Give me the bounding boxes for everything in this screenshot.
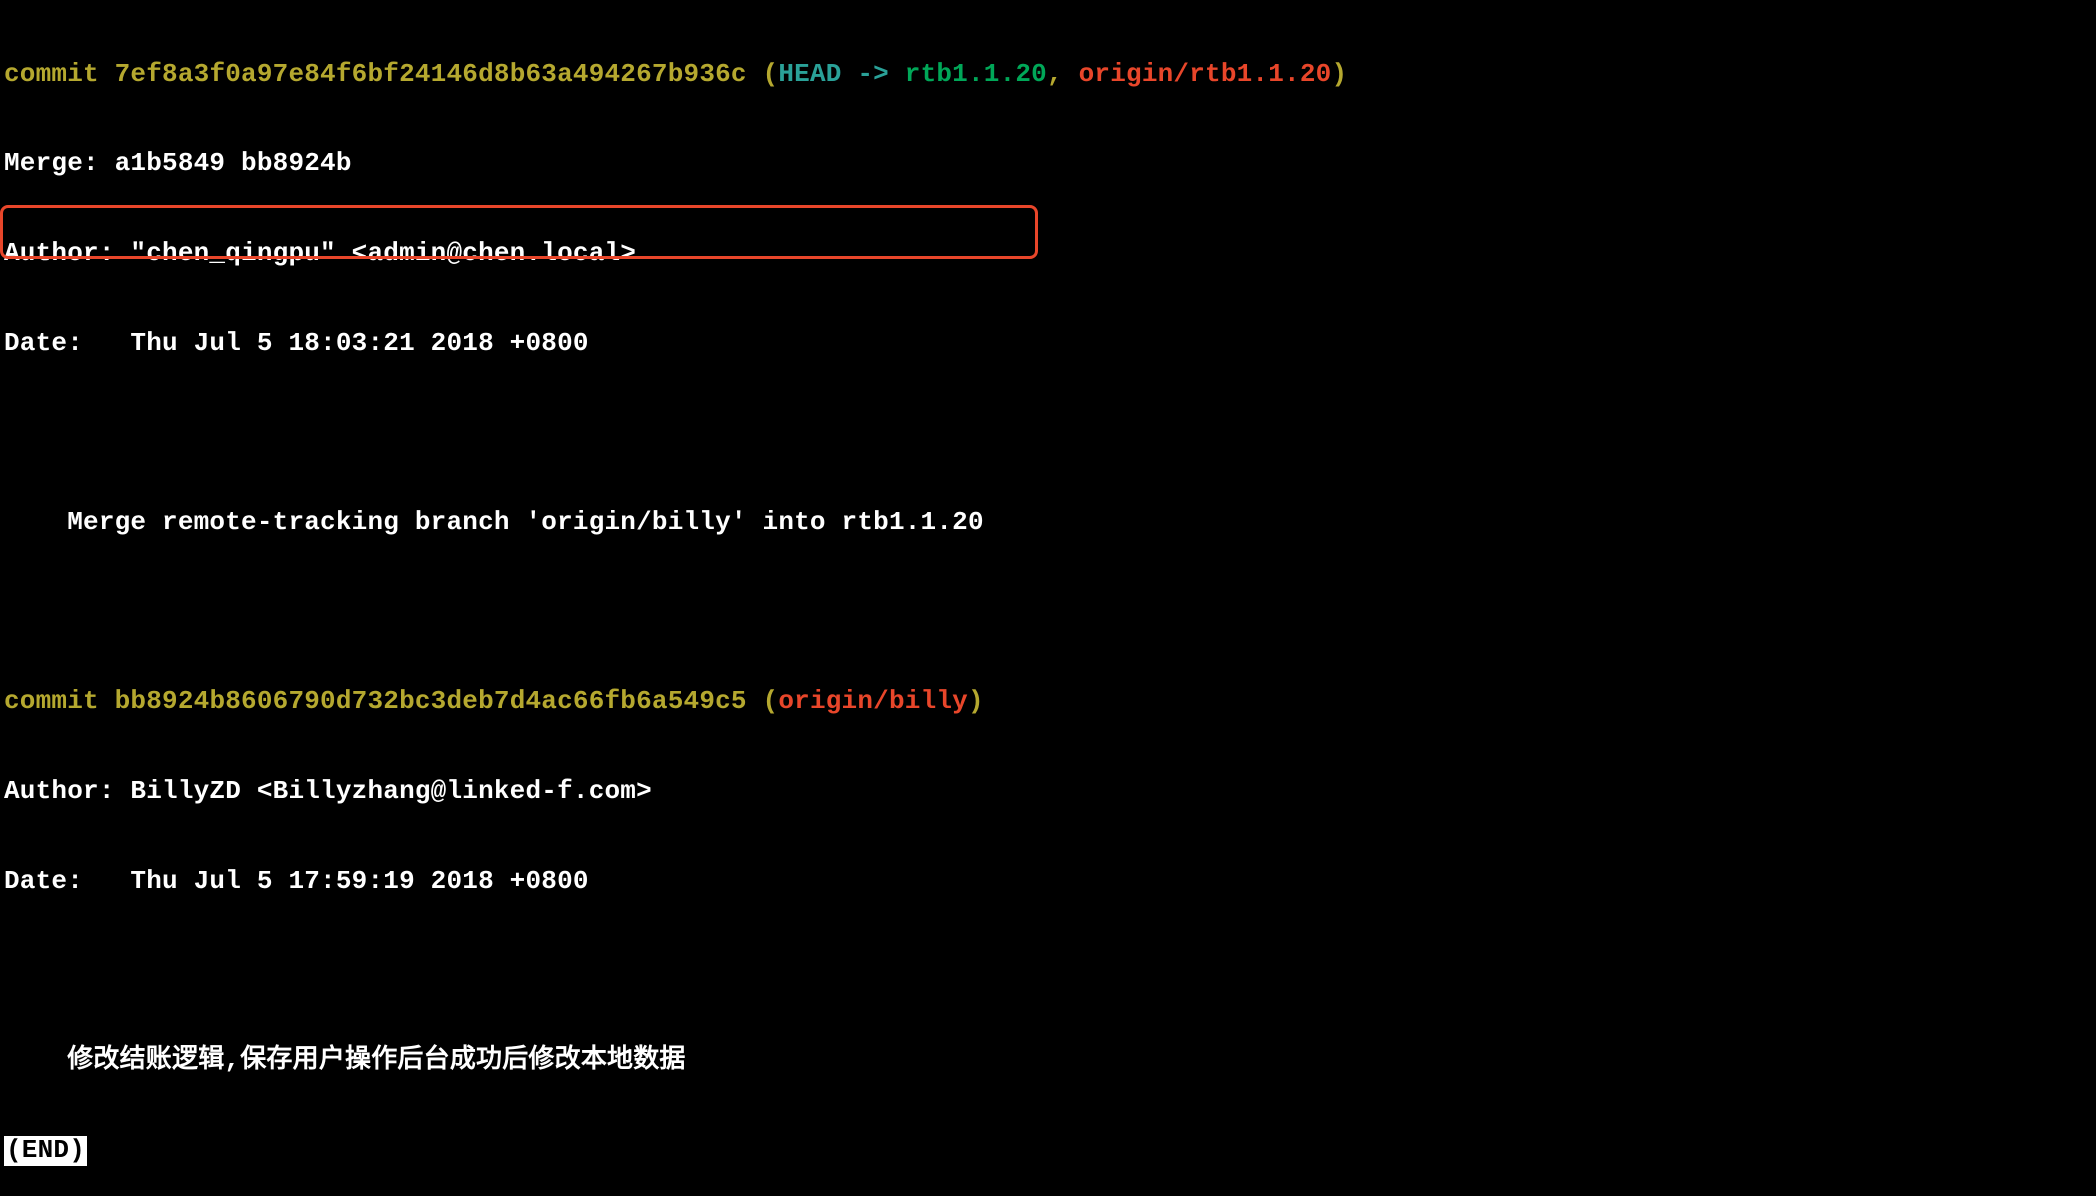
blank-line (4, 598, 2092, 628)
commit-line-1: commit 7ef8a3f0a97e84f6bf24146d8b63a4942… (4, 60, 2092, 90)
commit-message: 修改结账逻辑,保存用户操作后台成功后修改本地数据 (4, 1046, 2092, 1076)
commit-hash: bb8924b8606790d732bc3deb7d4ac66fb6a549c5 (115, 686, 747, 716)
commit-keyword: commit (4, 686, 115, 716)
head-branch: rtb1.1.20 (905, 59, 1047, 89)
commit-hash: 7ef8a3f0a97e84f6bf24146d8b63a494267b936c (115, 59, 747, 89)
pager-end-marker: (END) (4, 1136, 87, 1166)
commit-keyword: commit (4, 59, 115, 89)
blank-line (4, 957, 2092, 987)
author-line: Author: "chen_qingpu" <admin@chen.local> (4, 239, 2092, 269)
date-line: Date: Thu Jul 5 17:59:19 2018 +0800 (4, 867, 2092, 897)
paren-open: ( (747, 59, 779, 89)
terminal-output[interactable]: commit 7ef8a3f0a97e84f6bf24146d8b63a4942… (0, 0, 2096, 1196)
remote-ref: origin/billy (778, 686, 968, 716)
paren-close: ) (1331, 59, 1347, 89)
remote-ref: origin/rtb1.1.20 (1079, 59, 1332, 89)
commit-line-2: commit bb8924b8606790d732bc3deb7d4ac66fb… (4, 687, 2092, 717)
ref-separator: , (1047, 59, 1079, 89)
commit-message: Merge remote-tracking branch 'origin/bil… (4, 508, 2092, 538)
blank-line (4, 418, 2092, 448)
paren-open: ( (747, 686, 779, 716)
date-line: Date: Thu Jul 5 18:03:21 2018 +0800 (4, 329, 2092, 359)
merge-line: Merge: a1b5849 bb8924b (4, 149, 2092, 179)
author-line: Author: BillyZD <Billyzhang@linked-f.com… (4, 777, 2092, 807)
head-label: HEAD -> (778, 59, 904, 89)
paren-close: ) (968, 686, 984, 716)
pager-end-line: (END) (4, 1136, 2092, 1166)
